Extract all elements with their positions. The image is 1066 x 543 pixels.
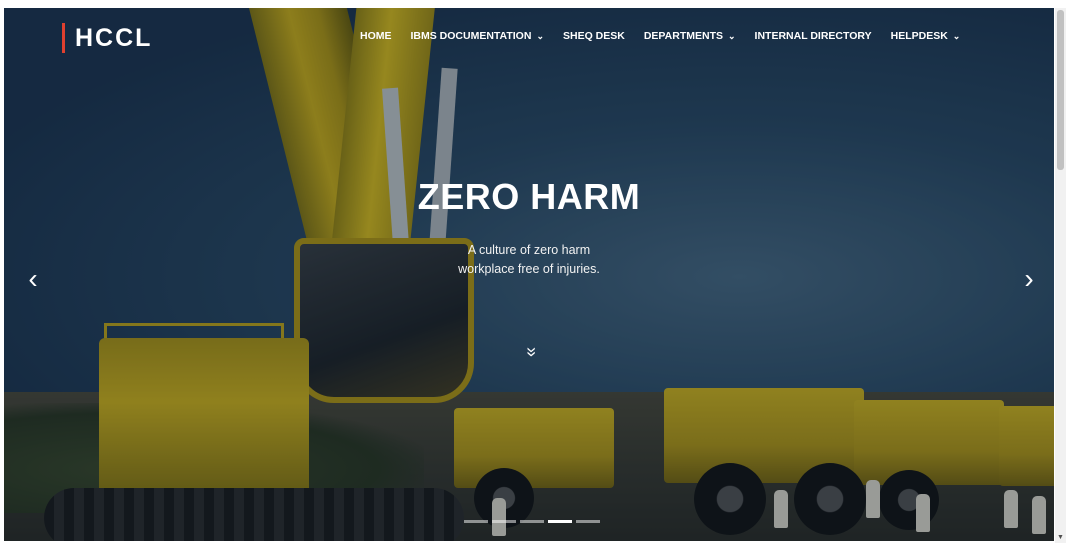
scrollbar-thumb[interactable] <box>1057 10 1064 170</box>
chevron-down-icon: ⌄ <box>536 30 544 41</box>
carousel-indicator[interactable] <box>576 520 600 523</box>
chevron-down-icon: ⌄ <box>952 30 961 41</box>
nav-label: DEPARTMENTS <box>643 30 723 42</box>
double-chevron-down-icon[interactable]: » <box>522 342 542 362</box>
nav-label: HOME <box>360 30 392 42</box>
site-logo[interactable]: HCCL <box>62 23 152 53</box>
carousel-prev-button[interactable]: ‹ <box>18 264 48 294</box>
chevron-left-icon: ‹ <box>28 263 38 294</box>
carousel-indicator[interactable] <box>464 520 488 523</box>
nav-helpdesk[interactable]: HELPDESK ⌄ <box>891 30 961 42</box>
nav-label: IBMS DOCUMENTATION <box>410 30 532 42</box>
nav-home[interactable]: HOME <box>360 30 392 42</box>
hero-subtitle-line: workplace free of injuries. <box>458 262 600 276</box>
hero-title: ZERO HARM <box>417 176 641 217</box>
hero-subtitle: A culture of zero harm workplace free of… <box>4 241 1054 279</box>
nav-departments[interactable]: DEPARTMENTS ⌄ <box>644 30 736 42</box>
main-nav: HOME IBMS DOCUMENTATION ⌄ SHEQ DESK DEPA… <box>360 30 960 42</box>
chevron-down-icon: ⌄ <box>727 30 736 41</box>
page-scrollbar[interactable]: ▼ <box>1055 8 1066 543</box>
nav-sheq-desk[interactable]: SHEQ DESK <box>563 30 625 42</box>
nav-label: SHEQ DESK <box>562 30 625 42</box>
hero-subtitle-line: A culture of zero harm <box>467 243 591 257</box>
carousel-indicator[interactable] <box>492 520 516 523</box>
carousel-indicator[interactable] <box>520 520 544 523</box>
nav-label: INTERNAL DIRECTORY <box>754 30 872 42</box>
nav-ibms-documentation[interactable]: IBMS DOCUMENTATION ⌄ <box>411 30 544 42</box>
carousel-indicators <box>464 520 604 523</box>
carousel-next-button[interactable]: › <box>1014 264 1044 294</box>
nav-internal-directory[interactable]: INTERNAL DIRECTORY <box>755 30 872 42</box>
carousel-indicator-active[interactable] <box>548 520 572 523</box>
scroll-down-icon[interactable]: ▼ <box>1055 533 1066 543</box>
hero-carousel: HCCL HOME IBMS DOCUMENTATION ⌄ SHEQ DESK… <box>4 8 1054 541</box>
chevron-right-icon: › <box>1024 263 1034 294</box>
nav-label: HELPDESK <box>890 30 948 42</box>
